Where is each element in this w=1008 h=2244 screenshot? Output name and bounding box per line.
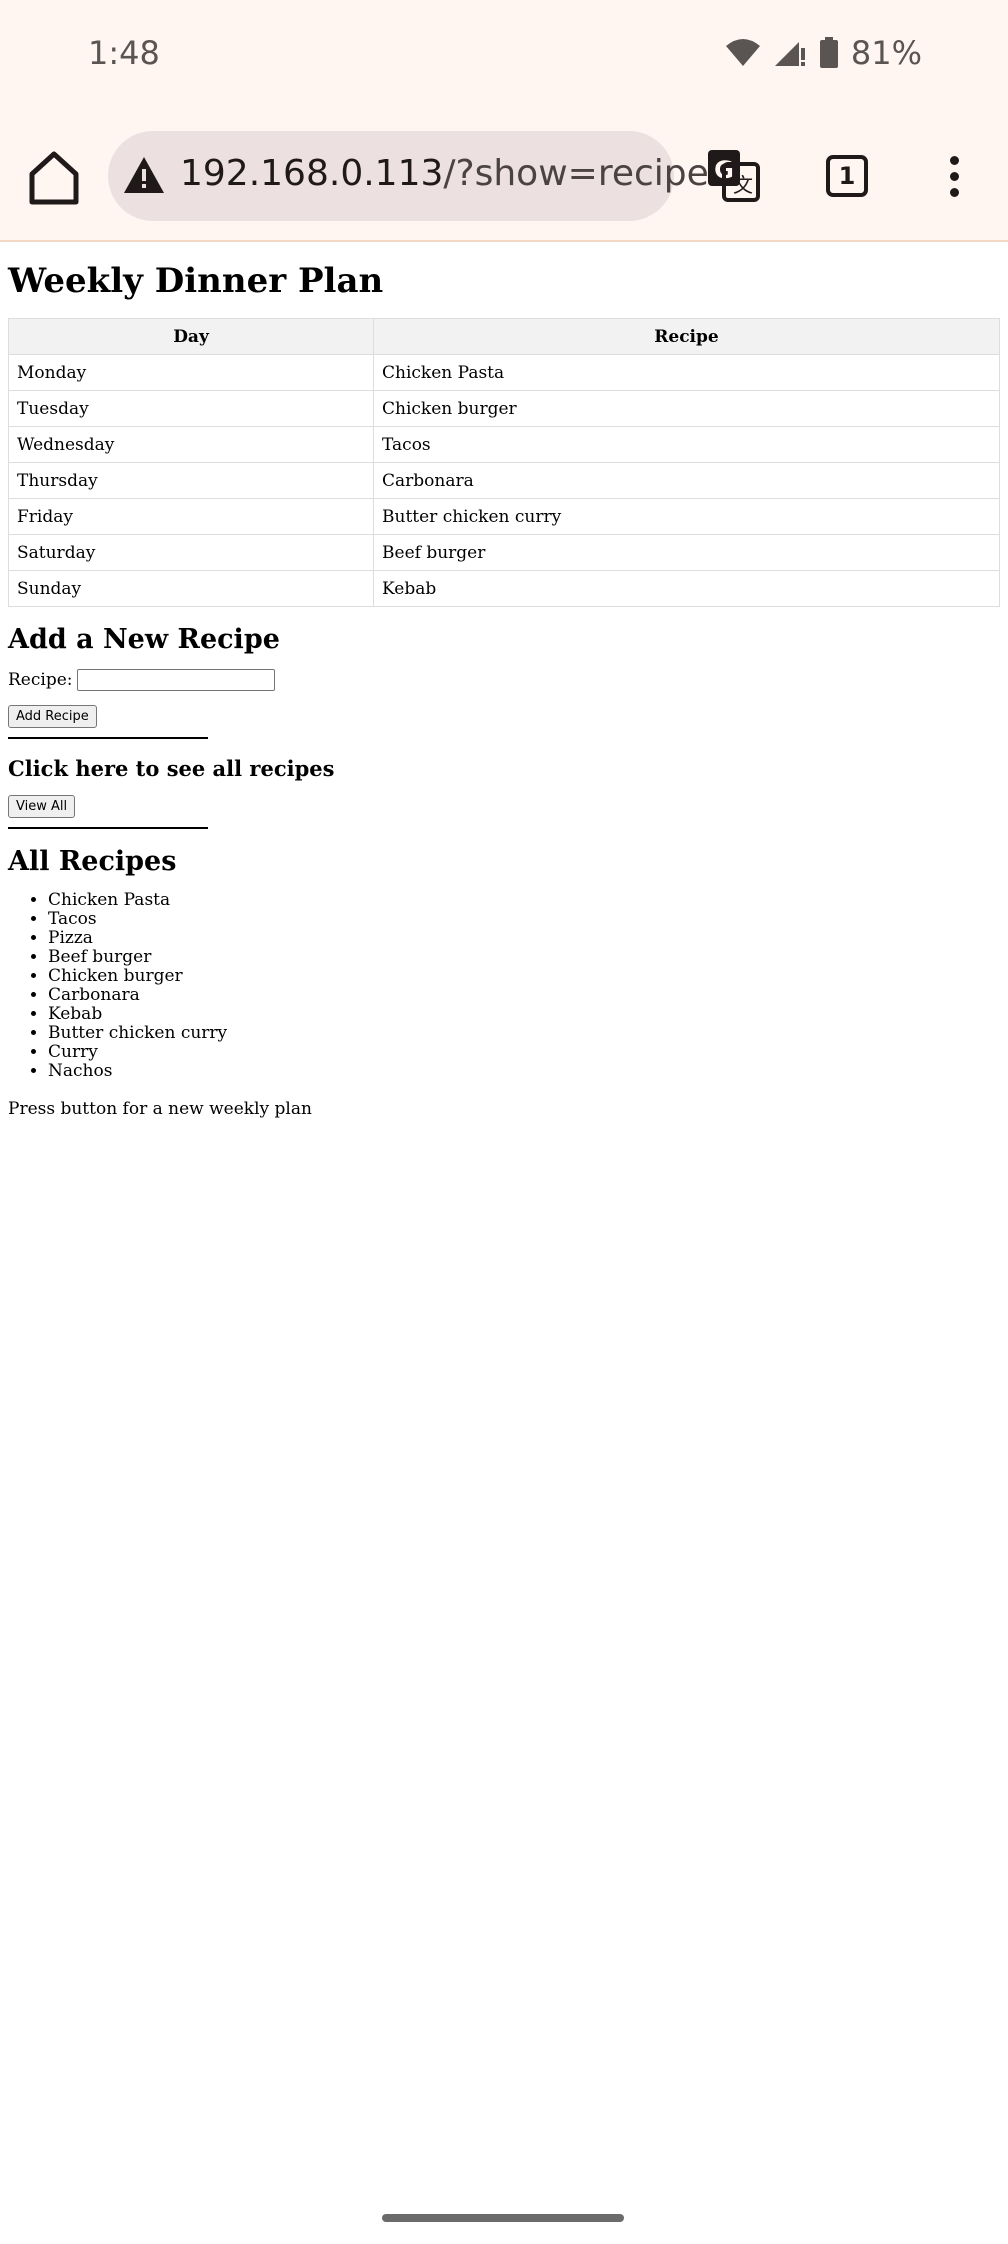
- browser-toolbar: 192.168.0.113/?show=recipes G 文 1: [0, 120, 1008, 242]
- view-all-section: Click here to see all recipes View All: [8, 755, 1000, 829]
- dinner-plan-table: Day Recipe Monday Chicken Pasta Tuesday …: [7, 318, 1000, 607]
- recipe-form-row: Recipe:: [8, 669, 1000, 691]
- cell-signal-icon: [774, 42, 805, 66]
- recipe-cell: Beef burger: [373, 534, 1000, 571]
- table-row: Thursday Carbonara: [7, 462, 1000, 499]
- address-bar[interactable]: 192.168.0.113/?show=recipes: [108, 131, 728, 221]
- list-item: Butter chicken curry: [48, 1024, 1000, 1043]
- add-recipe-heading: Add a New Recipe: [8, 624, 280, 655]
- table-row: Tuesday Chicken burger: [7, 390, 1000, 427]
- wifi-icon: [725, 39, 760, 66]
- day-cell: Wednesday: [7, 426, 375, 463]
- recipe-cell: Carbonara: [373, 462, 1000, 499]
- recipe-cell: Chicken Pasta: [373, 354, 1000, 391]
- list-item: Curry: [48, 1043, 1000, 1062]
- day-cell: Sunday: [7, 570, 375, 607]
- table-row: Wednesday Tacos: [7, 426, 1000, 463]
- day-cell: Thursday: [7, 462, 375, 499]
- add-recipe-section: Add a New Recipe Recipe: Add Recipe: [8, 623, 1000, 739]
- status-time: 1:48: [88, 34, 160, 72]
- list-item: Kebab: [48, 1005, 1000, 1024]
- table-row: Sunday Kebab: [7, 570, 1000, 607]
- table-row: Monday Chicken Pasta: [7, 354, 1000, 391]
- list-item: Chicken Pasta: [48, 891, 1000, 910]
- translate-icon[interactable]: G 文: [706, 148, 760, 202]
- page-title: Weekly Dinner Plan: [8, 261, 384, 301]
- home-icon[interactable]: [28, 150, 80, 206]
- list-item: Beef burger: [48, 948, 1000, 967]
- recipe-input[interactable]: [76, 669, 275, 691]
- day-cell: Monday: [7, 354, 375, 391]
- recipe-cell: Butter chicken curry: [373, 498, 1000, 535]
- list-item: Pizza: [48, 929, 1000, 948]
- url-path: /?show=recipes: [443, 153, 728, 194]
- list-item: Carbonara: [48, 986, 1000, 1005]
- svg-text:文: 文: [733, 173, 753, 197]
- table-header-row: Day Recipe: [7, 318, 1000, 355]
- divider: [8, 737, 208, 739]
- list-item: Nachos: [48, 1062, 1000, 1081]
- divider: [8, 827, 208, 829]
- header-day: Day: [7, 318, 375, 355]
- tab-switcher-button[interactable]: 1: [826, 155, 868, 197]
- table-row: Friday Butter chicken curry: [7, 498, 1000, 535]
- day-cell: Friday: [7, 498, 375, 535]
- list-item: Tacos: [48, 910, 1000, 929]
- recipe-cell: Chicken burger: [373, 390, 1000, 427]
- recipe-cell: Tacos: [373, 426, 1000, 463]
- view-all-heading: Click here to see all recipes: [8, 756, 335, 781]
- add-recipe-button[interactable]: Add Recipe: [8, 705, 97, 728]
- day-cell: Tuesday: [7, 390, 375, 427]
- url-host: 192.168.0.113: [180, 153, 444, 194]
- battery-icon: [819, 37, 838, 68]
- overflow-menu-icon[interactable]: [944, 156, 964, 200]
- recipe-list: Chicken Pasta Tacos Pizza Beef burger Ch…: [8, 891, 1000, 1081]
- recipe-label: Recipe:: [8, 670, 73, 690]
- gesture-bar[interactable]: [382, 2214, 624, 2222]
- url-text[interactable]: 192.168.0.113/?show=recipes: [180, 153, 728, 194]
- all-recipes-section: All Recipes Chicken Pasta Tacos Pizza Be…: [8, 845, 1000, 1081]
- list-item: Chicken burger: [48, 967, 1000, 986]
- recipe-cell: Kebab: [373, 570, 1000, 607]
- header-recipe: Recipe: [373, 318, 1000, 355]
- table-row: Saturday Beef burger: [7, 534, 1000, 571]
- footer-text: Press button for a new weekly plan: [8, 1099, 312, 1119]
- status-icons: 81%: [725, 34, 922, 72]
- warning-icon[interactable]: [122, 155, 166, 195]
- battery-percent: 81%: [850, 34, 922, 72]
- all-recipes-heading: All Recipes: [8, 846, 177, 877]
- status-bar: 1:48 81%: [0, 0, 1008, 120]
- day-cell: Saturday: [7, 534, 375, 571]
- page-content: Weekly Dinner Plan Day Recipe Monday Chi…: [7, 242, 1000, 1119]
- view-all-button[interactable]: View All: [8, 795, 76, 818]
